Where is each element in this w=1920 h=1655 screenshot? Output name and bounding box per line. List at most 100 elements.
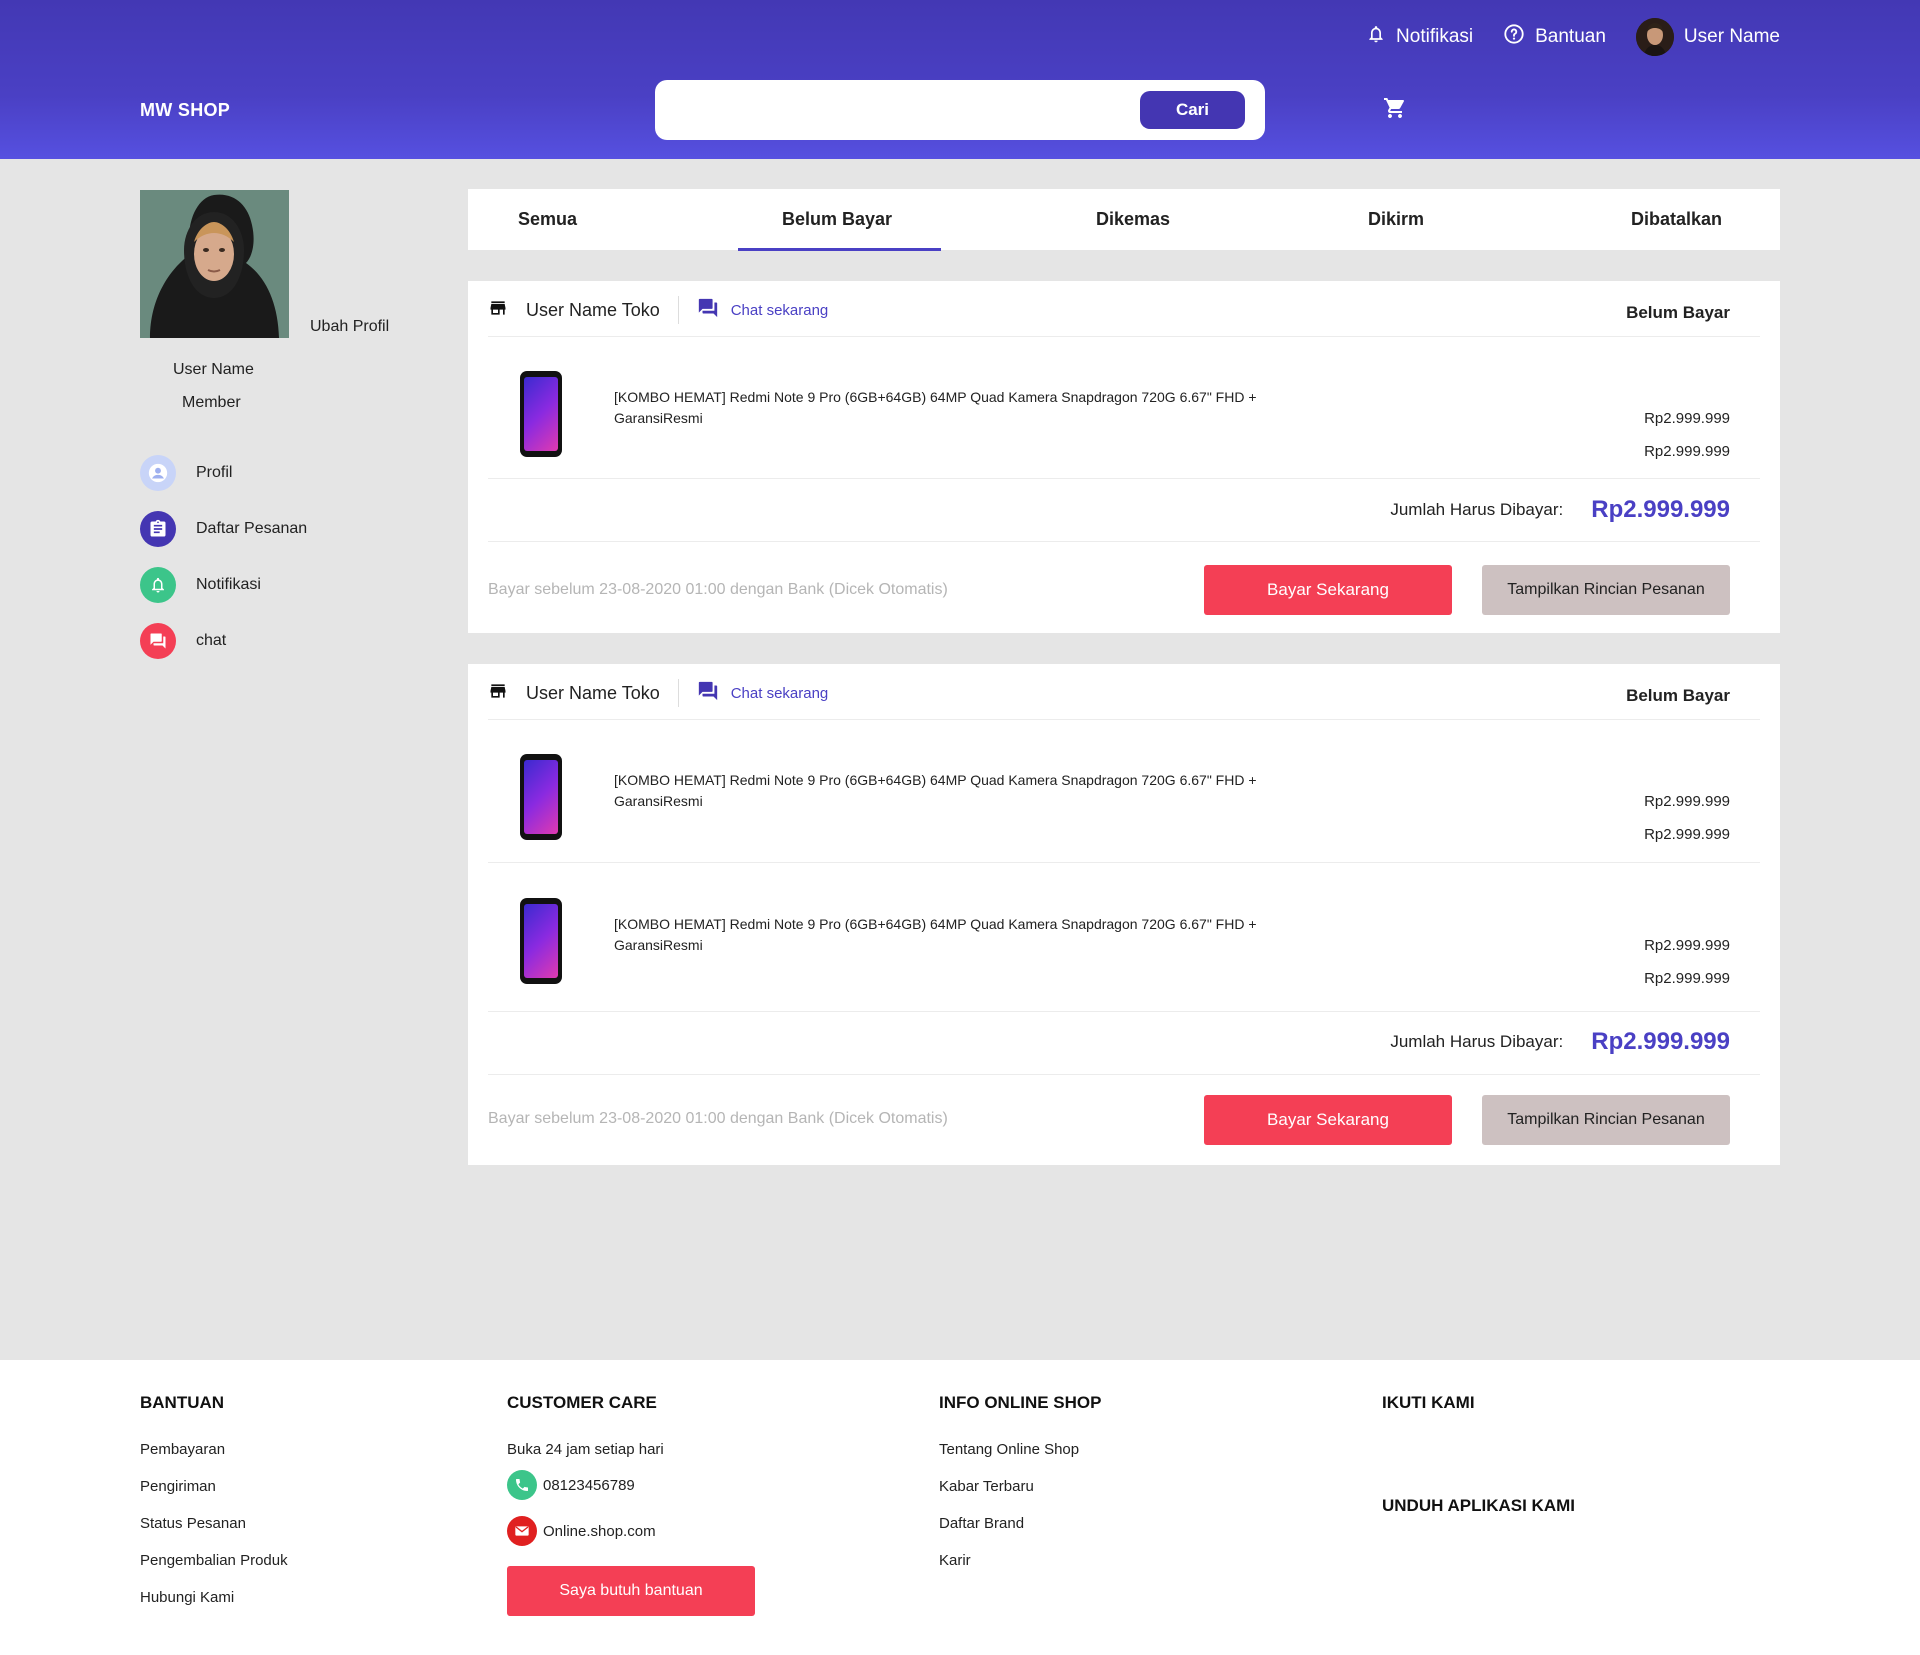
user-icon	[140, 455, 176, 491]
notifications-link[interactable]: Notifikasi	[1366, 24, 1473, 50]
order-details-button[interactable]: Tampilkan Rincian Pesanan	[1482, 565, 1730, 615]
divider	[677, 679, 679, 707]
store-icon	[488, 681, 508, 706]
profile-username: User Name	[173, 361, 254, 378]
order-tabs: Semua Belum Bayar Dikemas Dikirm Dibatal…	[468, 189, 1780, 250]
product-image	[520, 754, 562, 840]
help-label: Bantuan	[1535, 26, 1606, 47]
footer-link[interactable]: Kabar Terbaru	[939, 1478, 1101, 1495]
payment-deadline: Bayar sebelum 23-08-2020 01:00 dengan Ba…	[488, 581, 948, 598]
footer-download: UNDUH APLIKASI KAMI	[1382, 1496, 1575, 1544]
pay-now-button[interactable]: Bayar Sekarang	[1204, 1095, 1452, 1145]
help-circle-icon	[1503, 23, 1525, 51]
need-help-button[interactable]: Saya butuh bantuan	[507, 1566, 755, 1616]
cart-icon[interactable]	[1383, 96, 1407, 125]
footer-heading: IKUTI KAMI	[1382, 1393, 1475, 1412]
divider	[488, 719, 1760, 720]
bell-icon	[140, 567, 176, 603]
edit-profile-link[interactable]: Ubah Profil	[310, 318, 389, 336]
chat-icon[interactable]	[697, 297, 719, 324]
footer-link[interactable]: Pengiriman	[140, 1478, 288, 1495]
footer-link[interactable]: Hubungi Kami	[140, 1589, 288, 1606]
top-nav: Notifikasi Bantuan User Name	[1366, 18, 1780, 56]
order-details-button[interactable]: Tampilkan Rincian Pesanan	[1482, 1095, 1730, 1145]
product-row[interactable]: [KOMBO HEMAT] Redmi Note 9 Pro (6GB+64GB…	[488, 888, 1730, 988]
footer-link[interactable]: Daftar Brand	[939, 1515, 1101, 1532]
tab-dikemas[interactable]: Dikemas	[1096, 209, 1170, 230]
email-contact[interactable]: Online.shop.com	[507, 1516, 755, 1546]
product-price: Rp2.999.999	[1644, 937, 1730, 954]
shop-name[interactable]: User Name Toko	[526, 683, 660, 704]
username-label: User Name	[1683, 26, 1780, 47]
footer-follow: IKUTI KAMI	[1382, 1393, 1475, 1441]
status-badge: Belum Bayar	[1626, 686, 1730, 705]
tab-belum-bayar[interactable]: Belum Bayar	[782, 209, 892, 230]
bell-icon	[1366, 24, 1386, 50]
order-total: Jumlah Harus Dibayar: Rp2.999.999	[1390, 496, 1730, 524]
pay-now-button[interactable]: Bayar Sekarang	[1204, 565, 1452, 615]
user-menu[interactable]: User Name	[1635, 18, 1780, 56]
product-row[interactable]: [KOMBO HEMAT] Redmi Note 9 Pro (6GB+64GB…	[488, 361, 1730, 461]
sidebar-item-notifikasi[interactable]: Notifikasi	[140, 567, 307, 603]
header: Notifikasi Bantuan User Name MW SHOP Car…	[0, 0, 1920, 159]
phone-contact[interactable]: 08123456789	[507, 1470, 755, 1500]
active-tab-indicator	[738, 248, 941, 251]
divider	[677, 296, 679, 324]
store-icon	[488, 298, 508, 323]
product-name: [KOMBO HEMAT] Redmi Note 9 Pro (6GB+64GB…	[614, 772, 1257, 809]
chat-now-link[interactable]: Chat sekarang	[731, 685, 829, 702]
footer-heading: BANTUAN	[140, 1393, 225, 1412]
email-address: Online.shop.com	[543, 1522, 656, 1540]
shop-header: User Name Toko Chat sekarang	[488, 679, 828, 707]
product-price: Rp2.999.999	[1644, 793, 1730, 810]
order-card: User Name Toko Chat sekarang Belum Bayar…	[468, 664, 1780, 1165]
divider	[488, 478, 1760, 479]
product-row[interactable]: [KOMBO HEMAT] Redmi Note 9 Pro (6GB+64GB…	[488, 744, 1730, 844]
sidebar-item-chat[interactable]: chat	[140, 623, 307, 659]
tab-dikirm[interactable]: Dikirm	[1368, 209, 1424, 230]
search-button[interactable]: Cari	[1140, 91, 1245, 129]
footer-link[interactable]: Pengembalian Produk	[140, 1552, 288, 1569]
footer-link[interactable]: Status Pesanan	[140, 1515, 288, 1532]
search-input[interactable]	[671, 92, 1141, 128]
divider	[488, 541, 1760, 542]
divider	[488, 1011, 1760, 1012]
footer-heading: UNDUH APLIKASI KAMI	[1382, 1496, 1575, 1515]
footer-link[interactable]: Pembayaran	[140, 1441, 288, 1458]
logo[interactable]: MW SHOP	[140, 100, 230, 121]
tab-dibatalkan[interactable]: Dibatalkan	[1631, 209, 1722, 230]
chat-now-link[interactable]: Chat sekarang	[731, 302, 829, 319]
phone-number: 08123456789	[543, 1476, 635, 1494]
product-subtotal: Rp2.999.999	[1644, 443, 1730, 460]
product-image	[520, 898, 562, 984]
chat-icon	[140, 623, 176, 659]
product-name: [KOMBO HEMAT] Redmi Note 9 Pro (6GB+64GB…	[614, 389, 1257, 426]
sidebar-item-profil[interactable]: Profil	[140, 455, 307, 491]
total-amount: Rp2.999.999	[1591, 496, 1730, 523]
clipboard-icon	[140, 511, 176, 547]
service-hours: Buka 24 jam setiap hari	[507, 1441, 755, 1458]
divider	[488, 1074, 1760, 1075]
sidebar-item-label: Daftar Pesanan	[196, 520, 308, 537]
sidebar-item-label: Notifikasi	[196, 576, 261, 593]
product-price: Rp2.999.999	[1644, 410, 1730, 427]
footer-link[interactable]: Karir	[939, 1552, 1101, 1569]
product-subtotal: Rp2.999.999	[1644, 826, 1730, 843]
footer-link[interactable]: Tentang Online Shop	[939, 1441, 1101, 1458]
divider	[488, 336, 1760, 337]
sidebar-item-daftar-pesanan[interactable]: Daftar Pesanan	[140, 511, 307, 547]
sidebar-item-label: Profil	[196, 464, 233, 481]
footer-info: INFO ONLINE SHOP Tentang Online Shop Kab…	[939, 1393, 1101, 1589]
footer-bantuan: BANTUAN Pembayaran Pengiriman Status Pes…	[140, 1393, 288, 1626]
tab-semua[interactable]: Semua	[518, 209, 577, 230]
shop-name[interactable]: User Name Toko	[526, 300, 660, 321]
order-card: User Name Toko Chat sekarang Belum Bayar…	[468, 281, 1780, 633]
sidebar-menu: Profil Daftar Pesanan Notifikasi chat	[140, 455, 307, 679]
chat-icon[interactable]	[697, 680, 719, 707]
notifications-label: Notifikasi	[1396, 26, 1474, 47]
mail-icon	[507, 1516, 537, 1546]
help-link[interactable]: Bantuan	[1503, 23, 1606, 51]
search-bar: Cari	[655, 80, 1265, 140]
shop-header: User Name Toko Chat sekarang	[488, 296, 828, 324]
order-total: Jumlah Harus Dibayar: Rp2.999.999	[1390, 1028, 1730, 1056]
